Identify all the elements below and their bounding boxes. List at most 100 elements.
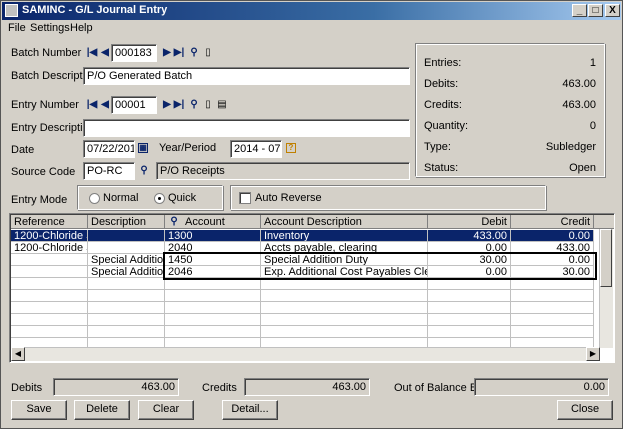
cell-account[interactable]: 1300: [165, 230, 261, 242]
delete-button[interactable]: Delete: [74, 400, 130, 420]
empty-cell[interactable]: [428, 326, 511, 338]
search-icon[interactable]: ⚲: [138, 165, 150, 177]
empty-cell[interactable]: [511, 326, 594, 338]
column-header-account[interactable]: ⚲ Account: [165, 215, 261, 229]
empty-cell[interactable]: [165, 326, 261, 338]
source-code-field[interactable]: PO-RC: [83, 162, 135, 180]
next-icon[interactable]: ▶: [161, 99, 173, 111]
empty-row[interactable]: [11, 302, 601, 314]
cell-debit[interactable]: 433.00: [428, 230, 511, 242]
search-icon[interactable]: ⚲: [188, 99, 200, 111]
last-icon[interactable]: ▶|: [173, 99, 185, 111]
next-icon[interactable]: ▶: [161, 47, 173, 59]
cell-description[interactable]: Special Addition...: [88, 254, 165, 266]
empty-cell[interactable]: [511, 290, 594, 302]
vertical-scrollbar[interactable]: [599, 229, 613, 348]
empty-cell[interactable]: [88, 326, 165, 338]
empty-cell[interactable]: [261, 302, 428, 314]
empty-cell[interactable]: [428, 302, 511, 314]
column-header-credit[interactable]: Credit: [511, 215, 594, 229]
clear-button[interactable]: Clear: [138, 400, 194, 420]
column-header-account-description[interactable]: Account Description: [261, 215, 428, 229]
menu-file[interactable]: File: [8, 22, 26, 34]
cell-description[interactable]: [88, 242, 165, 254]
empty-cell[interactable]: [261, 290, 428, 302]
column-header-filler: [594, 215, 614, 229]
cell-account-description[interactable]: Inventory: [261, 230, 428, 242]
year-period-field[interactable]: 2014 - 07: [230, 140, 282, 158]
empty-cell[interactable]: [11, 302, 88, 314]
calendar-icon[interactable]: ▦: [138, 143, 148, 153]
zoom-icon[interactable]: ▤: [216, 99, 228, 111]
mode-quick-label: Quick: [168, 192, 197, 204]
cell-reference[interactable]: 1200-Chloride S...: [11, 242, 88, 254]
empty-cell[interactable]: [11, 290, 88, 302]
empty-row[interactable]: [11, 290, 601, 302]
vertical-scroll-thumb[interactable]: [600, 229, 612, 287]
close-window-button[interactable]: X: [605, 4, 620, 17]
empty-cell[interactable]: [88, 302, 165, 314]
mode-quick-radio[interactable]: [154, 193, 165, 204]
auto-reverse-checkbox[interactable]: [239, 192, 251, 204]
first-icon[interactable]: |◀: [86, 47, 98, 59]
entry-description-field[interactable]: [83, 119, 410, 137]
empty-cell[interactable]: [428, 290, 511, 302]
empty-cell[interactable]: [165, 290, 261, 302]
cell-credit[interactable]: 0.00: [511, 230, 594, 242]
table-row[interactable]: 1200-Chloride S... 1300 Inventory 433.00…: [11, 230, 601, 242]
menu-settings[interactable]: Settings: [30, 22, 70, 34]
menu-help[interactable]: Help: [70, 22, 93, 34]
journal-detail-grid[interactable]: Reference Description ⚲ Account Account …: [9, 213, 615, 363]
minimize-button[interactable]: _: [572, 4, 587, 17]
detail-button[interactable]: Detail...: [222, 400, 278, 420]
close-button[interactable]: Close: [557, 400, 613, 420]
batch-number-field[interactable]: 000183: [111, 44, 157, 62]
highlighted-rows-box: [163, 252, 597, 280]
scroll-left-button[interactable]: ◀: [11, 347, 25, 361]
column-header-reference[interactable]: Reference: [11, 215, 88, 229]
empty-cell[interactable]: [511, 302, 594, 314]
empty-cell[interactable]: [511, 314, 594, 326]
cell-reference[interactable]: 1200-Chloride S...: [11, 230, 88, 242]
empty-cell[interactable]: [88, 290, 165, 302]
search-icon[interactable]: ⚲: [168, 216, 180, 228]
cell-description[interactable]: [88, 230, 165, 242]
cell-description[interactable]: Special Addition...: [88, 266, 165, 278]
empty-row[interactable]: [11, 326, 601, 338]
summary-quantity-value: 0: [589, 120, 596, 132]
empty-cell[interactable]: [165, 314, 261, 326]
auto-reverse-label: Auto Reverse: [255, 192, 322, 204]
save-button[interactable]: Save: [11, 400, 67, 420]
new-document-icon[interactable]: ▯: [202, 47, 214, 59]
empty-cell[interactable]: [261, 314, 428, 326]
fiscal-calendar-icon[interactable]: ?: [286, 143, 296, 153]
prev-icon[interactable]: ◀: [99, 99, 111, 111]
date-field[interactable]: 07/22/2014: [83, 140, 135, 158]
empty-cell[interactable]: [88, 314, 165, 326]
maximize-button[interactable]: □: [588, 4, 603, 17]
search-icon[interactable]: ⚲: [188, 47, 200, 59]
batch-description-field[interactable]: P/O Generated Batch: [83, 67, 410, 85]
credits-total-field: 463.00: [244, 378, 370, 396]
column-header-debit[interactable]: Debit: [428, 215, 511, 229]
horizontal-scrollbar[interactable]: ◀ ▶: [11, 347, 600, 361]
empty-cell[interactable]: [11, 278, 88, 290]
empty-row[interactable]: [11, 314, 601, 326]
empty-cell[interactable]: [428, 314, 511, 326]
prev-icon[interactable]: ◀: [99, 47, 111, 59]
empty-cell[interactable]: [165, 302, 261, 314]
batch-number-label: Batch Number: [11, 47, 82, 59]
column-header-description[interactable]: Description: [88, 215, 165, 229]
empty-cell[interactable]: [88, 278, 165, 290]
cell-reference[interactable]: [11, 266, 88, 278]
empty-cell[interactable]: [11, 326, 88, 338]
scroll-right-button[interactable]: ▶: [586, 347, 600, 361]
first-icon[interactable]: |◀: [86, 99, 98, 111]
empty-cell[interactable]: [11, 314, 88, 326]
mode-normal-radio[interactable]: [89, 193, 100, 204]
new-document-icon[interactable]: ▯: [202, 99, 214, 111]
cell-reference[interactable]: [11, 254, 88, 266]
empty-cell[interactable]: [261, 326, 428, 338]
last-icon[interactable]: ▶|: [173, 47, 185, 59]
entry-number-field[interactable]: 00001: [111, 96, 157, 114]
